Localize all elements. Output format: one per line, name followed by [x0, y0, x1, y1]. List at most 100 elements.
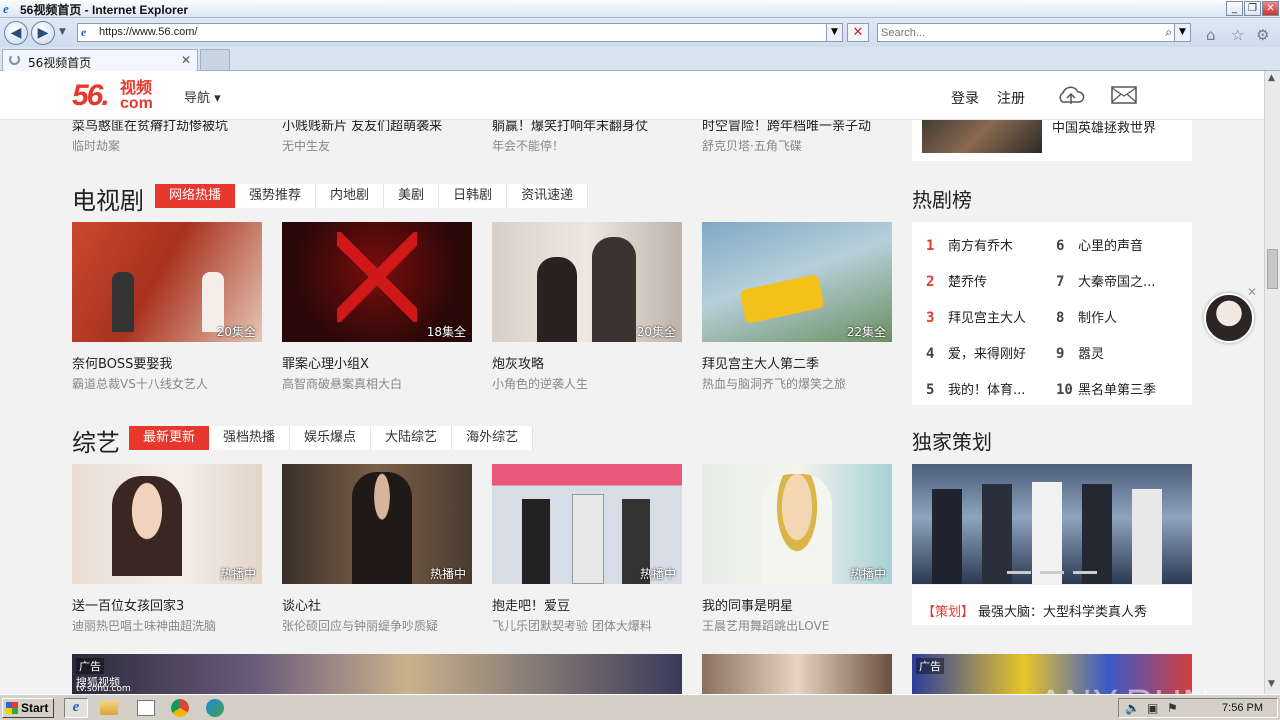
top-card-sub-2[interactable]: 无中生友: [282, 137, 330, 154]
tv-card-thumbnail-1[interactable]: 20集全: [72, 222, 262, 342]
variety-section-title[interactable]: 综艺: [72, 423, 120, 458]
edge-icon[interactable]: [206, 699, 224, 717]
hotlist-item[interactable]: 3 拜见宫主大人: [926, 307, 1026, 326]
exclusive-caption[interactable]: 最强大脑：大型科学类真人秀: [978, 601, 1147, 620]
tools-gear-icon[interactable]: ⚙: [1256, 26, 1269, 44]
tv-card-title-2[interactable]: 罪案心理小组X: [282, 353, 369, 372]
tv-card-thumbnail-3[interactable]: 20集全: [492, 222, 682, 342]
hotlist-item[interactable]: 8 制作人: [1056, 307, 1117, 326]
variety-card-title-3[interactable]: 抱走吧！爱豆: [492, 595, 570, 614]
login-link[interactable]: 登录: [951, 88, 979, 108]
variety-card-sub-1[interactable]: 迪丽热巴唱土味神曲超洗脑: [72, 617, 216, 634]
tv-card-title-4[interactable]: 拜见宫主大人第二季: [702, 353, 819, 372]
hotlist-item[interactable]: 1 南方有乔木: [926, 235, 1013, 254]
favorites-star-icon[interactable]: ☆: [1231, 26, 1244, 44]
variety-card-title-1[interactable]: 送一百位女孩回家3: [72, 595, 184, 614]
tv-card-sub-2[interactable]: 高智商破悬案真相大白: [282, 375, 402, 392]
hotlist-item[interactable]: 9 嚣灵: [1056, 343, 1104, 362]
tv-card-title-1[interactable]: 奈何BOSS要娶我: [72, 353, 172, 372]
tv-card-sub-4[interactable]: 热血与脑洞齐飞的爆笑之旅: [702, 375, 846, 392]
page-scrollbar[interactable]: ▲ ▼: [1264, 71, 1280, 694]
home-icon[interactable]: ⌂: [1206, 26, 1216, 44]
search-input[interactable]: [881, 26, 1151, 40]
top-card-sub-1[interactable]: 临时劫案: [72, 137, 120, 154]
minimize-button[interactable]: _: [1226, 1, 1243, 16]
carousel-dot[interactable]: [1007, 571, 1031, 574]
tv-card-thumbnail-2[interactable]: 18集全: [282, 222, 472, 342]
tv-card-thumbnail-4[interactable]: 22集全: [702, 222, 892, 342]
hotlist-item[interactable]: 2 楚乔传: [926, 271, 987, 290]
variety-card-sub-2[interactable]: 张伦硕回应与钟丽缇争吵质疑: [282, 617, 438, 634]
volume-icon[interactable]: 🔈: [1125, 701, 1140, 715]
tab-tv-mainland[interactable]: 内地剧: [316, 184, 385, 208]
scrollbar-thumb[interactable]: [1267, 249, 1278, 289]
top-card-sub-4[interactable]: 舒克贝塔·五角飞碟: [702, 137, 802, 154]
chrome-icon[interactable]: [171, 699, 189, 717]
tab-tv-us[interactable]: 美剧: [384, 184, 440, 208]
top-card-sub-3[interactable]: 年会不能停！: [492, 137, 564, 154]
tab-variety-mainland[interactable]: 大陆综艺: [371, 426, 453, 450]
clock[interactable]: 7:56 PM: [1222, 702, 1263, 714]
avatar-close-icon[interactable]: ✕: [1247, 285, 1257, 299]
new-tab-button[interactable]: [200, 49, 230, 71]
variety-card-sub-4[interactable]: 王晨艺用舞蹈跳出LOVE: [702, 617, 829, 634]
tab-variety-latest[interactable]: 最新更新: [129, 426, 210, 450]
hotlist-item[interactable]: 6 心里的声音: [1056, 235, 1143, 254]
site-logo[interactable]: 56. 视频 com: [72, 79, 153, 113]
exclusive-banner[interactable]: [912, 464, 1192, 584]
mail-icon[interactable]: [1111, 86, 1137, 104]
hotlist-item[interactable]: 5 我的！体育...: [926, 379, 1025, 398]
tv-card-title-3[interactable]: 炮灰攻略: [492, 353, 544, 372]
tab-tv-news[interactable]: 资讯速递: [507, 184, 589, 208]
tab-variety-overseas[interactable]: 海外综艺: [452, 426, 534, 450]
address-dropdown-icon[interactable]: ▼: [826, 24, 842, 41]
stop-button[interactable]: ✕: [847, 23, 869, 42]
scroll-up-icon[interactable]: ▲: [1268, 73, 1275, 83]
hotlist-item[interactable]: 10 黑名单第三季: [1056, 379, 1156, 398]
tab-tv-recommend[interactable]: 强势推荐: [235, 184, 317, 208]
address-bar[interactable]: e https://www.56.com/ ▼: [77, 23, 843, 42]
tab-56-home[interactable]: 56视频首页 ✕: [2, 49, 198, 71]
register-link[interactable]: 注册: [997, 88, 1025, 108]
forward-button[interactable]: ▶: [31, 21, 55, 45]
start-button[interactable]: Start: [2, 698, 54, 718]
exclusive-caption-box[interactable]: 【策划】 最强大脑：大型科学类真人秀: [912, 585, 1192, 625]
search-dropdown-icon[interactable]: ▼: [1174, 24, 1190, 41]
hotlist-item[interactable]: 7 大秦帝国之...: [1056, 271, 1155, 290]
tab-variety-buzz[interactable]: 娱乐爆点: [290, 426, 372, 450]
tv-section-title[interactable]: 电视剧: [72, 181, 144, 216]
variety-card-thumbnail-1[interactable]: 热播中: [72, 464, 262, 584]
tab-close-icon[interactable]: ✕: [181, 53, 191, 67]
tab-tv-jpkr[interactable]: 日韩剧: [439, 184, 508, 208]
carousel-dot[interactable]: [1073, 571, 1097, 574]
variety-card-thumbnail-2[interactable]: 热播中: [282, 464, 472, 584]
tab-variety-hot[interactable]: 强档热播: [209, 426, 291, 450]
tab-tv-hot[interactable]: 网络热播: [155, 184, 236, 208]
variety-card-thumbnail-5[interactable]: [702, 654, 892, 694]
ie-taskbar-icon[interactable]: e: [64, 698, 88, 718]
scroll-down-icon[interactable]: ▼: [1268, 679, 1275, 689]
back-button[interactable]: ◀: [4, 21, 28, 45]
explorer-folder-icon[interactable]: [100, 701, 118, 715]
search-box[interactable]: ⌕ ▼: [877, 23, 1191, 42]
upload-cloud-icon[interactable]: [1056, 83, 1086, 107]
hotlist-item[interactable]: 4 爱，来得刚好: [926, 343, 1026, 362]
floating-avatar[interactable]: [1204, 293, 1254, 343]
tv-card-sub-3[interactable]: 小角色的逆袭人生: [492, 375, 588, 392]
variety-card-thumbnail-4[interactable]: 热播中: [702, 464, 892, 584]
nav-menu-button[interactable]: 导航 ▾: [184, 87, 221, 106]
carousel-dot[interactable]: [1040, 571, 1064, 574]
media-player-icon[interactable]: [137, 700, 155, 716]
variety-card-title-4[interactable]: 我的同事是明星: [702, 595, 793, 614]
ad-banner-1[interactable]: 广告 搜狐视频 tv.sohu.com: [72, 654, 682, 694]
variety-card-sub-3[interactable]: 飞儿乐团默契考验 团体大爆料: [492, 617, 652, 634]
tv-card-sub-1[interactable]: 霸道总裁VS十八线女艺人: [72, 375, 208, 392]
variety-card-thumbnail-3[interactable]: 热播中: [492, 464, 682, 584]
close-window-button[interactable]: ✕: [1262, 1, 1279, 16]
variety-card-title-2[interactable]: 谈心社: [282, 595, 321, 614]
restore-button[interactable]: ❐: [1244, 1, 1261, 16]
flag-icon[interactable]: ⚑: [1167, 701, 1178, 715]
history-dropdown-icon[interactable]: ▼: [59, 27, 66, 37]
network-icon[interactable]: ▣: [1147, 701, 1158, 715]
search-icon[interactable]: ⌕: [1165, 25, 1172, 40]
